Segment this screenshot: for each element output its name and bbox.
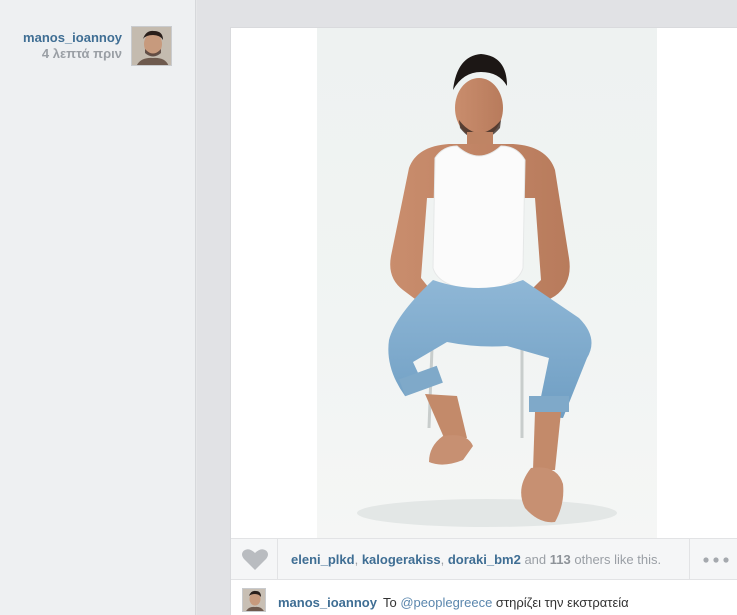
liker-separator: , xyxy=(354,552,362,567)
likes-bar: eleni_plkd, kalogerakiss, doraki_bm2 and… xyxy=(231,538,737,581)
post-caption: manos_ioannoy Το @peoplegreece στηρίζει τ… xyxy=(231,580,737,615)
likes-and: and xyxy=(524,552,547,567)
liker-link[interactable]: kalogerakiss xyxy=(362,552,441,567)
more-options-button[interactable] xyxy=(701,553,737,567)
post-sidebar: manos_ioannoy 4 λεπτά πριν xyxy=(0,0,196,615)
more-dots-icon xyxy=(703,557,729,563)
post-card: eleni_plkd, kalogerakiss, doraki_bm2 and… xyxy=(230,27,737,615)
main-feed: eleni_plkd, kalogerakiss, doraki_bm2 and… xyxy=(197,0,737,615)
liker-link[interactable]: doraki_bm2 xyxy=(448,552,521,567)
likes-summary: eleni_plkd, kalogerakiss, doraki_bm2 and… xyxy=(291,552,661,567)
likes-count[interactable]: 113 xyxy=(550,552,571,567)
liker-link[interactable]: eleni_plkd xyxy=(291,552,355,567)
avatar[interactable] xyxy=(131,26,172,66)
avatar[interactable] xyxy=(242,588,266,612)
post-photo-illustration xyxy=(357,54,617,527)
divider xyxy=(277,539,278,581)
likes-suffix: others like this. xyxy=(574,552,662,567)
heart-icon xyxy=(242,549,268,570)
post-timestamp[interactable]: 4 λεπτά πριν xyxy=(0,46,122,62)
caption-mention-link[interactable]: @peoplegreece xyxy=(400,595,492,610)
caption-body: στηρίζει την εκστρατεία xyxy=(492,595,629,610)
post-username-link[interactable]: manos_ioannoy xyxy=(0,30,122,46)
caption-username[interactable]: manos_ioannoy xyxy=(278,595,377,610)
avatar-portrait-image xyxy=(132,27,171,65)
avatar-portrait-image xyxy=(243,589,265,611)
post-media[interactable] xyxy=(231,28,737,538)
caption-text: manos_ioannoy Το @peoplegreece στηρίζει τ… xyxy=(278,595,629,610)
caption-prefix: Το xyxy=(382,595,401,610)
liker-separator: , xyxy=(440,552,448,567)
post-meta: manos_ioannoy 4 λεπτά πριν xyxy=(0,30,122,62)
post-photo[interactable] xyxy=(317,28,657,538)
like-button[interactable] xyxy=(241,548,269,572)
divider xyxy=(689,539,690,581)
